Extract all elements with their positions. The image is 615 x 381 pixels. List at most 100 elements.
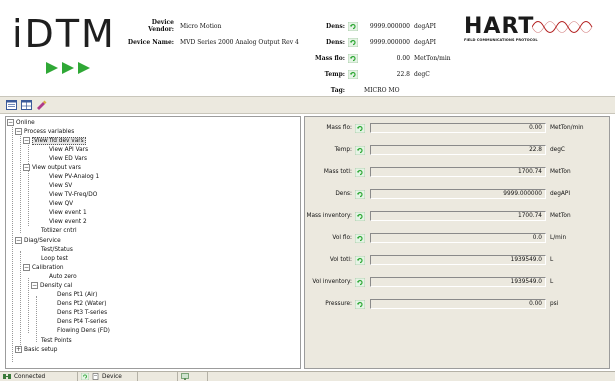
summary-label: Mass flo: bbox=[315, 54, 345, 62]
variable-row-vol-flo: Vol flo: 0.0 L/min bbox=[305, 232, 611, 244]
tree-item-view-sv[interactable]: View SV bbox=[49, 182, 72, 191]
vendor-value: Micro Motion bbox=[180, 22, 222, 30]
collapse-icon[interactable]: − bbox=[23, 264, 30, 271]
connection-status: Connected bbox=[0, 372, 78, 381]
expand-icon[interactable]: + bbox=[15, 346, 22, 353]
device-status: Device bbox=[78, 372, 138, 381]
collapse-icon[interactable]: − bbox=[31, 282, 38, 289]
idtm-logo: iDTM bbox=[12, 12, 114, 80]
monitor-icon bbox=[181, 373, 189, 380]
tree-item-loop-test[interactable]: Loop test bbox=[41, 255, 68, 264]
variable-row-pressure: Pressure: 0.00 psi bbox=[305, 298, 611, 310]
tree-item-flowing-dens-fd[interactable]: Flowing Dens (FD) bbox=[57, 327, 110, 336]
variable-unit: L/min bbox=[550, 235, 567, 241]
refresh-icon[interactable] bbox=[355, 145, 365, 155]
refresh-icon[interactable] bbox=[355, 277, 365, 287]
tree-item-test-points[interactable]: Test Points bbox=[41, 337, 72, 346]
variable-unit: MetTon bbox=[550, 169, 571, 175]
tree-item-density-cal[interactable]: − Density cal bbox=[31, 282, 72, 291]
vendor-label: Device Vendor: bbox=[148, 19, 174, 33]
edit-icon[interactable] bbox=[36, 100, 47, 110]
tree-item-basic-setup[interactable]: + Basic setup bbox=[15, 346, 57, 355]
collapse-icon[interactable]: − bbox=[15, 237, 22, 244]
tree-item-view-pv-analog-1[interactable]: View PV-Analog 1 bbox=[49, 173, 99, 182]
variable-label: Vol totl: bbox=[329, 257, 352, 263]
variable-row-vol-inventory: Vol inventory: 1939549.0 L bbox=[305, 276, 611, 288]
device-label: Device bbox=[102, 373, 122, 380]
table-view-icon[interactable] bbox=[21, 100, 32, 110]
summary-value: 0.00 bbox=[396, 54, 410, 62]
tree-item-online[interactable]: − Online bbox=[7, 119, 35, 128]
hart-logo: HART FIELD COMMUNICATIONS PROTOCOL bbox=[464, 14, 594, 48]
tree-item-view-ed-vars[interactable]: View ED Vars bbox=[49, 155, 87, 164]
collapse-icon[interactable]: − bbox=[23, 137, 30, 144]
hart-subtitle: FIELD COMMUNICATIONS PROTOCOL bbox=[464, 38, 538, 42]
variable-row-vol-totl: Vol totl: 1939549.0 L bbox=[305, 254, 611, 266]
variable-value-field: 1939549.0 bbox=[370, 255, 546, 265]
variable-value-field: 0.00 bbox=[370, 299, 546, 309]
tree-item-view-qv[interactable]: View QV bbox=[49, 200, 73, 209]
tag-label: Tag: bbox=[330, 86, 345, 94]
refresh-icon bbox=[348, 37, 358, 47]
tree-item-process-variables[interactable]: − Process variables bbox=[15, 128, 74, 137]
variable-value-field: 1700.74 bbox=[370, 167, 546, 177]
refresh-icon[interactable] bbox=[355, 299, 365, 309]
variable-row-mass-flo: Mass flo: 0.00 MetTon/min bbox=[305, 122, 611, 134]
refresh-icon[interactable] bbox=[355, 255, 365, 265]
summary-row: Dens: 9999.000000 degAPI bbox=[300, 34, 451, 50]
variable-unit: psi bbox=[550, 301, 559, 307]
tree-item-test-status[interactable]: Test/Status bbox=[41, 246, 73, 255]
logo-arrows-icon bbox=[46, 62, 90, 74]
collapse-icon[interactable]: − bbox=[23, 164, 30, 171]
tree-item-view-tv-freq-do[interactable]: View TV-Freq/DO bbox=[49, 191, 97, 200]
summary-label: Dens: bbox=[326, 22, 345, 30]
tree-item-dens-pt2-water[interactable]: Dens Pt2 (Water) bbox=[57, 300, 107, 309]
refresh-icon[interactable] bbox=[355, 189, 365, 199]
variable-value-field: 0.0 bbox=[370, 233, 546, 243]
tree-item-view-api-vars[interactable]: View API Vars bbox=[49, 146, 88, 155]
variable-label: Mass flo: bbox=[326, 125, 352, 131]
refresh-icon[interactable] bbox=[355, 233, 365, 243]
summary-row: Dens: 9999.000000 degAPI bbox=[300, 18, 451, 34]
menu-tree: − Online − Process variables − View fld dev… bbox=[5, 116, 301, 369]
summary-row: Temp: 22.8 degC bbox=[300, 66, 451, 82]
summary-unit: MetTon/min bbox=[414, 54, 451, 62]
collapse-icon[interactable]: − bbox=[15, 128, 22, 135]
collapse-icon[interactable]: − bbox=[7, 119, 14, 126]
variable-label: Temp: bbox=[334, 147, 352, 153]
tree-view-icon[interactable] bbox=[6, 100, 17, 110]
refresh-icon[interactable] bbox=[355, 211, 365, 221]
tree-item-dens-pt3-t-series[interactable]: Dens Pt3 T-series bbox=[57, 309, 107, 318]
tree-item-view-event-2[interactable]: View event 2 bbox=[49, 218, 87, 227]
variable-row-temp: Temp: 22.8 degC bbox=[305, 144, 611, 156]
tree-item-view-fld-dev-vars[interactable]: − View fld dev vars bbox=[23, 137, 86, 146]
variables-panel: Mass flo: 0.00 MetTon/min Temp: 22.8 deg… bbox=[304, 116, 610, 369]
refresh-icon[interactable] bbox=[355, 123, 365, 133]
variable-value-field: 0.00 bbox=[370, 123, 546, 133]
tree-item-auto-zero[interactable]: Auto zero bbox=[49, 273, 77, 282]
connection-label: Connected bbox=[14, 373, 46, 380]
tree-item-diag-service[interactable]: − Diag/Service bbox=[15, 237, 61, 246]
tree-item-calibration[interactable]: − Calibration bbox=[23, 264, 64, 273]
refresh-icon[interactable] bbox=[355, 167, 365, 177]
refresh-icon bbox=[348, 53, 358, 63]
summary-label: Dens: bbox=[326, 38, 345, 46]
variable-value-field: 22.8 bbox=[370, 145, 546, 155]
summary-value: 22.8 bbox=[396, 70, 410, 78]
device-name-value: MVD Series 2000 Analog Output Rev 4 bbox=[180, 38, 299, 46]
hart-wave-icon bbox=[532, 21, 593, 33]
summary-unit: degAPI bbox=[414, 22, 436, 30]
tree-item-dens-pt1-air[interactable]: Dens Pt1 (Air) bbox=[57, 291, 97, 300]
variable-unit: L bbox=[550, 257, 554, 263]
logo-text: iDTM bbox=[12, 12, 116, 56]
summary-label: Temp: bbox=[324, 70, 345, 78]
tree-item-dens-pt4-t-series[interactable]: Dens Pt4 T-series bbox=[57, 318, 107, 327]
tree-item-view-event-1[interactable]: View event 1 bbox=[49, 209, 87, 218]
variable-unit: degC bbox=[550, 147, 565, 153]
tree-item-totlizer-cntrl[interactable]: Totlizer cntrl bbox=[41, 227, 77, 236]
tag-value: MICRO MO bbox=[364, 86, 400, 94]
variable-label: Mass inventory: bbox=[306, 213, 352, 219]
device-name-label: Device Name: bbox=[127, 38, 174, 46]
tree-item-view-output-vars[interactable]: − View output vars bbox=[23, 164, 81, 173]
variable-row-dens: Dens: 9999.000000 degAPI bbox=[305, 188, 611, 200]
